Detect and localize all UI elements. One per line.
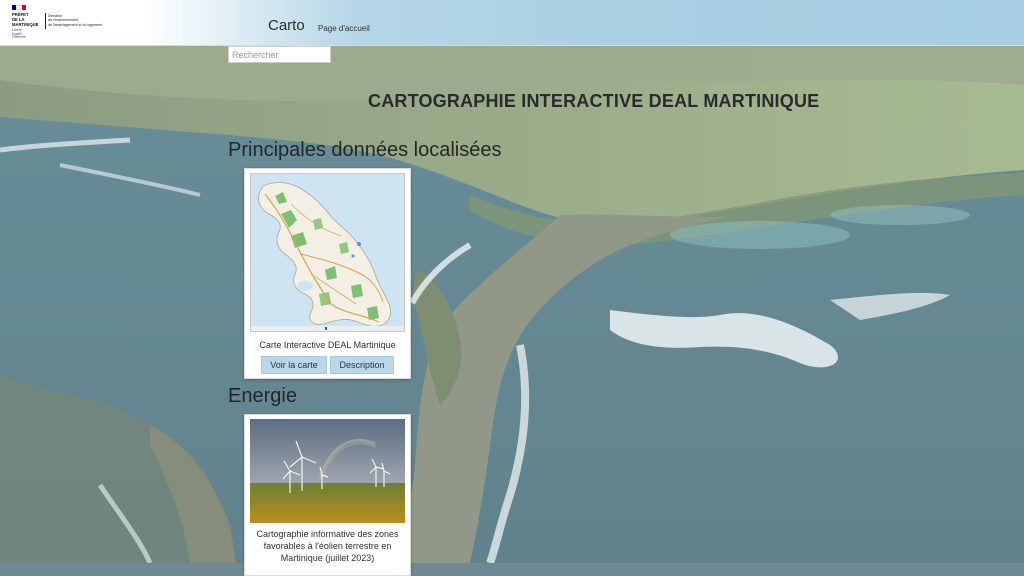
card-caption: Carte Interactive DEAL Martinique	[259, 340, 396, 350]
page-title: CARTOGRAPHIE INTERACTIVE DEAL MARTINIQUE	[368, 91, 820, 111]
logo-text: PRÉFET DE LA MARTINIQUE	[12, 12, 39, 27]
logo-separator	[45, 13, 46, 29]
logo-motto: Liberté Égalité Fraternité	[12, 28, 26, 40]
prefet-martinique-logo[interactable]: PRÉFET DE LA MARTINIQUE Liberté Égalité …	[12, 5, 112, 39]
wind-turbine-photo[interactable]	[250, 419, 405, 523]
view-map-button[interactable]: Voir la carte	[261, 356, 327, 374]
search-input[interactable]	[228, 46, 331, 63]
logo-direction-text: Direction de l'environnement, de l'aména…	[48, 14, 103, 27]
description-button[interactable]: Description	[330, 356, 394, 374]
card-carte-interactive[interactable]: Carte Interactive DEAL Martinique Voir l…	[244, 168, 411, 379]
site-header: PRÉFET DE LA MARTINIQUE Liberté Égalité …	[0, 0, 1024, 46]
section-title-energie: Energie	[228, 385, 297, 407]
card-eolien-terrestre[interactable]: Cartographie informative des zones favor…	[244, 414, 411, 576]
home-link[interactable]: Page d'accueil	[318, 24, 370, 33]
french-flag-icon	[12, 5, 26, 10]
site-brand[interactable]: Carto	[268, 17, 305, 34]
background-veil	[0, 45, 1024, 563]
map-thumbnail[interactable]	[250, 173, 405, 332]
section-title-principales-donnees: Principales données localisées	[228, 139, 502, 161]
card-caption: Cartographie informative des zones favor…	[256, 529, 399, 563]
